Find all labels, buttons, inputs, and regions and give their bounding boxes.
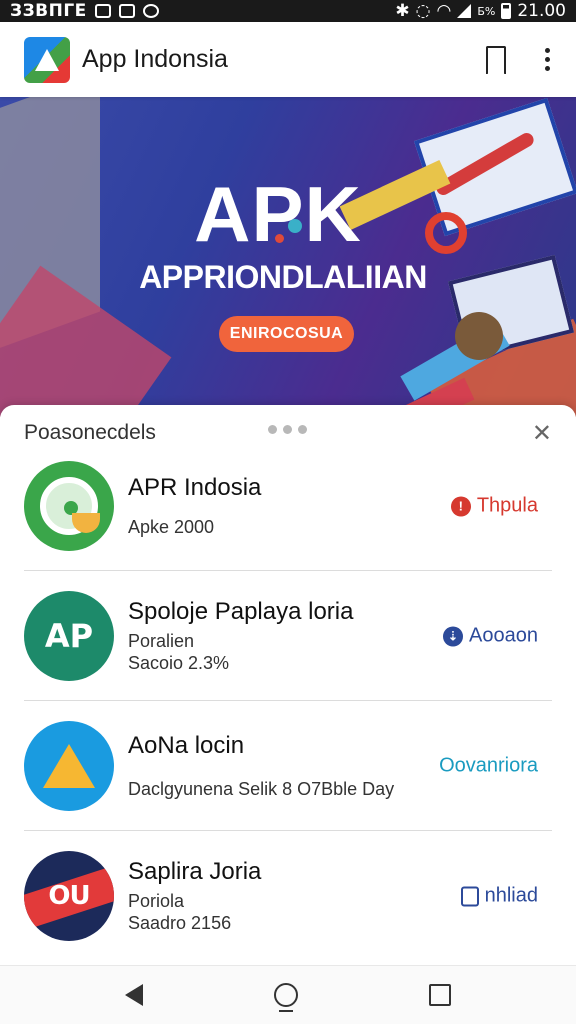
action-label: Aooaon	[469, 624, 538, 647]
info-icon: !	[450, 496, 471, 516]
banner-cta-button[interactable]: ENIROCOSUA	[219, 316, 354, 352]
list-item-text: AoNa locin Daclgyunena Selik 8 O7Bble Da…	[128, 732, 418, 800]
nfc-icon: ✱	[395, 1, 410, 21]
app-logo-icon	[24, 36, 70, 83]
app-actions	[485, 45, 552, 76]
red-band-icon: OU	[24, 851, 114, 941]
banner-title: APK	[194, 170, 362, 258]
install-button[interactable]: ! Thpula	[450, 494, 538, 518]
action-label: Oovanriora	[439, 754, 538, 777]
wifi-icon: ◠	[436, 1, 452, 21]
list-item[interactable]: OU Saplira Joria Poriola Saadro 2156 nhl…	[0, 831, 576, 961]
status-left: ЗЗВПГЕ	[10, 1, 159, 21]
teal-ap-icon: AP	[24, 591, 114, 681]
list-item-text: APR Indosia Apke 2000	[128, 474, 418, 538]
signal-icon	[457, 4, 472, 18]
back-icon[interactable]	[125, 984, 144, 1006]
message-icon	[118, 4, 135, 18]
list-item-text: Spoloje Paplaya loria Poralien Sacoio 2.…	[128, 598, 418, 674]
sheet-handle[interactable]	[268, 425, 307, 434]
app-name: APR Indosia	[128, 474, 262, 501]
notification-icon	[94, 4, 111, 18]
app-notification-icon	[142, 4, 159, 18]
system-nav-bar	[0, 965, 576, 1024]
app-name: Saplira Joria	[128, 858, 262, 885]
app-detail: Sacoio 2.3%	[128, 653, 230, 673]
status-right: ✱ ◌ ◠ Б% 21.00	[395, 1, 566, 21]
app-detail: Daclgyunena Selik 8 O7Bble Day	[128, 779, 395, 799]
list-item[interactable]: AP Spoloje Paplaya loria Poralien Sacoio…	[0, 571, 576, 701]
app-bar: App Indonsia	[0, 22, 576, 97]
open-icon	[460, 886, 479, 906]
app-name: AoNa locin	[128, 732, 245, 759]
banner-character-graphic	[455, 312, 503, 360]
clock: 21.00	[517, 1, 566, 21]
carrier-text: ЗЗВПГЕ	[10, 1, 87, 21]
recents-icon[interactable]	[428, 984, 451, 1006]
battery-percent: Б%	[477, 4, 496, 18]
list-item[interactable]: AoNa locin Daclgyunena Selik 8 O7Bble Da…	[0, 701, 576, 831]
list-item[interactable]: APR Indosia Apke 2000 ! Thpula	[0, 441, 576, 571]
app-detail: Poriola	[128, 891, 185, 911]
install-button[interactable]: ⇣ Aooaon	[443, 625, 538, 648]
promo-banner[interactable]: APK APPRIONDLALIIAN ENIROCOSUA	[0, 97, 576, 417]
app-list-sheet: Poasonecdels ✕ APR Indosia Apke 2000 ! T…	[0, 405, 576, 965]
list-item-text: Saplira Joria Poriola Saadro 2156	[128, 858, 418, 934]
icon-text: AP	[44, 617, 94, 655]
action-label: nhliad	[484, 884, 538, 907]
home-icon[interactable]	[273, 983, 298, 1012]
battery-icon	[501, 3, 512, 19]
download-icon: ⇣	[443, 626, 464, 646]
install-button[interactable]: Oovanriora	[439, 755, 538, 778]
blue-triangle-icon	[24, 721, 114, 811]
green-camera-icon	[24, 461, 114, 551]
status-bar: ЗЗВПГЕ ✱ ◌ ◠ Б% 21.00	[0, 0, 576, 22]
bookmark-icon[interactable]	[485, 45, 507, 76]
app-detail: Apke 2000	[128, 517, 215, 537]
vibrate-icon: ◌	[415, 1, 431, 21]
icon-text: OU	[48, 881, 90, 911]
app-detail: Saadro 2156	[128, 913, 232, 933]
app-title: App Indonsia	[82, 45, 228, 73]
banner-subtitle: APPRIONDLALIIAN	[139, 259, 427, 295]
app-name: Spoloje Paplaya loria	[128, 598, 354, 625]
app-detail: Poralien	[128, 631, 195, 651]
install-button[interactable]: nhliad	[460, 884, 538, 908]
more-options-icon[interactable]	[542, 48, 552, 71]
action-label: Thpula	[476, 494, 538, 517]
